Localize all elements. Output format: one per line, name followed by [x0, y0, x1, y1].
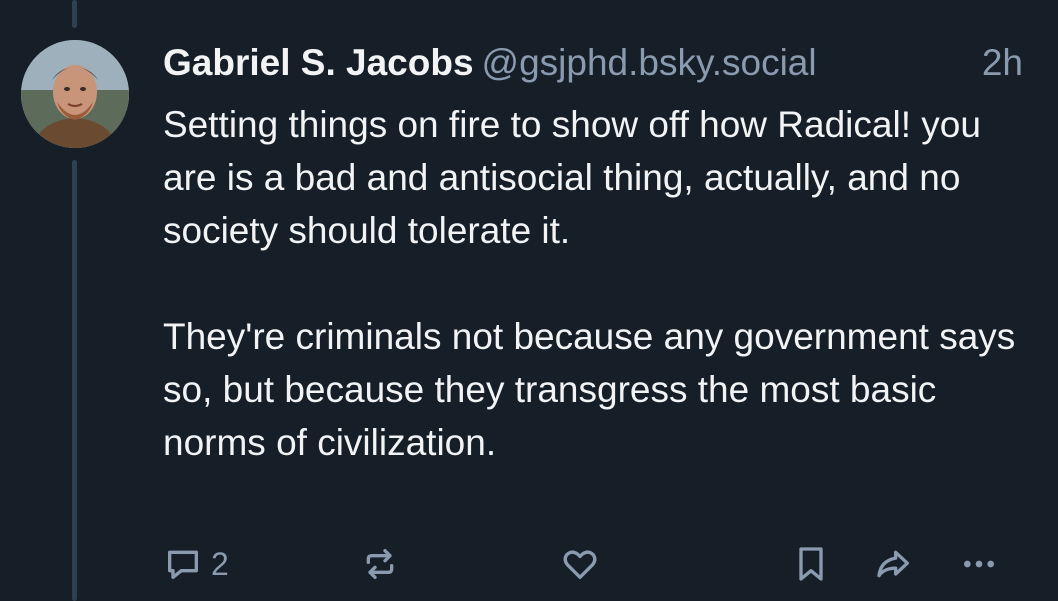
reply-icon: [168, 550, 198, 579]
share-icon: [877, 550, 909, 578]
like-button[interactable]: [560, 540, 600, 588]
post-body: Setting things on fire to show off how R…: [163, 98, 1033, 469]
share-button[interactable]: [873, 540, 915, 588]
author-name[interactable]: Gabriel S. Jacobs: [163, 42, 474, 83]
bookmark-icon: [799, 547, 823, 581]
author-handle[interactable]: @gsjphd.bsky.social: [482, 42, 817, 83]
action-bar: 2: [163, 540, 1013, 588]
reply-button[interactable]: 2: [163, 540, 229, 588]
reply-count: 2: [211, 546, 229, 582]
repost-button[interactable]: [360, 540, 400, 588]
post-paragraph: Setting things on fire to show off how R…: [163, 104, 981, 251]
thread-line-top: [72, 0, 77, 28]
repost-icon: [366, 549, 394, 579]
post-header: Gabriel S. Jacobs @gsjphd.bsky.social 2h: [163, 40, 1023, 86]
post-paragraph: They're criminals not because any govern…: [163, 316, 1016, 463]
more-icon: [964, 560, 994, 568]
more-button[interactable]: [958, 540, 1000, 588]
like-icon: [563, 550, 597, 579]
avatar[interactable]: [21, 40, 129, 148]
post-timestamp[interactable]: 2h: [982, 40, 1023, 86]
avatar-photo: [21, 40, 129, 148]
bookmark-button[interactable]: [791, 540, 831, 588]
thread-line-bottom: [72, 160, 77, 601]
